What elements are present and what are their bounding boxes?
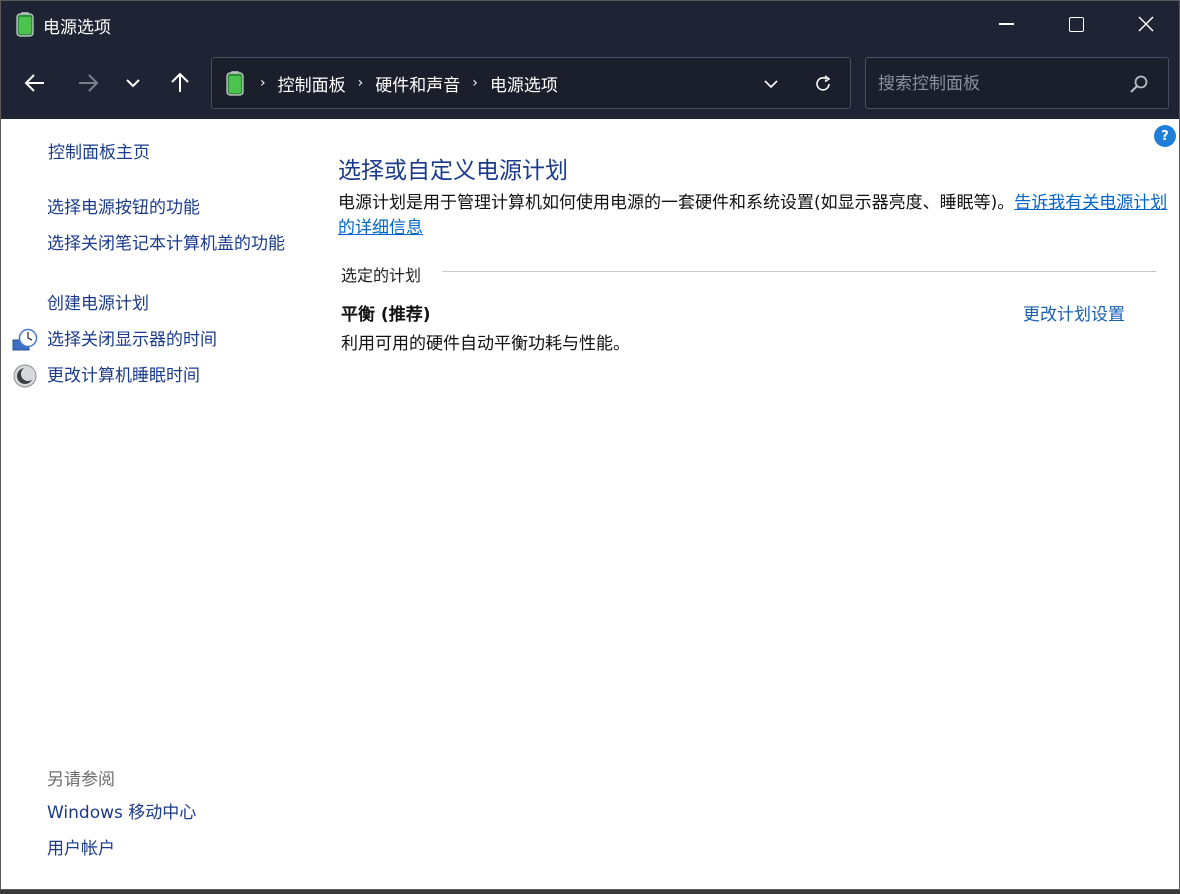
address-history-dropdown[interactable]	[758, 71, 784, 97]
minimize-icon	[998, 23, 1014, 25]
sidebar-link-display-off[interactable]: 选择关闭显示器的时间	[47, 328, 217, 353]
search-icon[interactable]	[1128, 73, 1150, 95]
display-clock-icon	[12, 328, 38, 351]
close-button[interactable]	[1111, 1, 1179, 47]
address-bar[interactable]: › 控制面板 › 硬件和声音 › 电源选项	[211, 57, 851, 109]
sidebar-link-sleep-time[interactable]: 更改计算机睡眠时间	[47, 364, 200, 389]
window-title: 电源选项	[43, 18, 111, 38]
up-button[interactable]	[160, 63, 200, 103]
breadcrumb-power-options[interactable]: 电源选项	[486, 71, 562, 96]
arrow-left-icon	[24, 74, 44, 92]
back-button[interactable]	[15, 63, 55, 103]
plan-description: 利用可用的硬件自动平衡功耗与性能。	[341, 334, 630, 354]
refresh-button[interactable]	[810, 71, 836, 97]
plan-name: 平衡 (推荐)	[341, 305, 431, 325]
sleep-moon-icon	[13, 364, 37, 388]
sidebar-link-create-plan[interactable]: 创建电源计划	[47, 292, 149, 317]
arrow-right-icon	[79, 74, 99, 92]
maximize-button[interactable]	[1041, 1, 1111, 47]
search-input[interactable]	[876, 70, 1130, 98]
battery-icon	[226, 71, 244, 96]
page-description: 电源计划是用于管理计算机如何使用电源的一套硬件和系统设置(如显示器亮度、睡眠等)…	[338, 191, 1168, 241]
see-also-heading: 另请参阅	[47, 770, 115, 790]
see-also-user-accounts[interactable]: 用户帐户	[47, 837, 115, 862]
divider	[442, 271, 1156, 272]
chevron-down-icon	[764, 80, 778, 89]
breadcrumb-control-panel[interactable]: 控制面板	[274, 71, 350, 96]
see-also-mobility-center[interactable]: Windows 移动中心	[47, 801, 196, 826]
title-bar: 电源选项	[1, 1, 1179, 47]
refresh-icon	[816, 75, 831, 91]
recent-locations-button[interactable]	[113, 63, 153, 103]
help-button[interactable]: ?	[1154, 125, 1176, 147]
close-icon	[1138, 16, 1154, 32]
maximize-icon	[1068, 16, 1084, 32]
arrow-up-icon	[171, 72, 189, 92]
power-options-window: 电源选项 › 控制面板 › 硬件和声音 › 电源选项 搜索控制面板 控制面板主页…	[0, 0, 1180, 890]
sidebar: 控制面板主页 选择电源按钮的功能 选择关闭笔记本计算机盖的功能 创建电源计划 选…	[1, 119, 301, 889]
page-title: 选择或自定义电源计划	[338, 158, 568, 184]
battery-app-icon	[16, 12, 34, 37]
navigation-bar: › 控制面板 › 硬件和声音 › 电源选项	[1, 47, 1179, 119]
sidebar-link-lid-close[interactable]: 选择关闭笔记本计算机盖的功能	[47, 232, 287, 257]
selected-plan-label: 选定的计划	[341, 266, 422, 285]
change-plan-settings-link[interactable]: 更改计划设置	[1023, 300, 1125, 325]
breadcrumb-hardware-sound[interactable]: 硬件和声音	[371, 71, 464, 96]
breadcrumb-separator[interactable]: ›	[252, 75, 274, 91]
breadcrumb-separator[interactable]: ›	[464, 75, 486, 91]
breadcrumb-separator[interactable]: ›	[350, 75, 372, 91]
sidebar-link-power-button[interactable]: 选择电源按钮的功能	[47, 196, 200, 221]
control-panel-home-link[interactable]: 控制面板主页	[48, 141, 150, 166]
chevron-down-icon	[126, 79, 140, 88]
minimize-button[interactable]	[971, 1, 1041, 47]
description-text: 电源计划是用于管理计算机如何使用电源的一套硬件和系统设置(如显示器亮度、睡眠等)…	[338, 193, 1015, 213]
forward-button[interactable]	[68, 63, 108, 103]
search-box[interactable]	[865, 57, 1169, 109]
breadcrumb: › 控制面板 › 硬件和声音 › 电源选项	[224, 58, 562, 108]
